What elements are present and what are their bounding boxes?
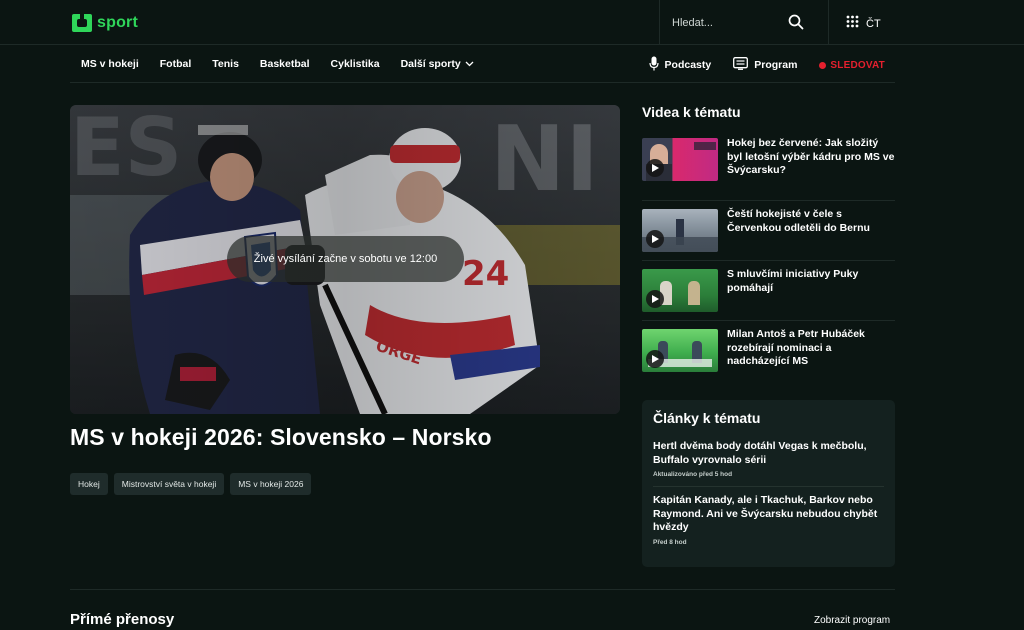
video-item[interactable]: Milan Antoš a Petr Hubáček rozebírají no…	[642, 321, 895, 381]
hero-video-player[interactable]: ES NI 24 ORGE Živé vysílání začne v sobo…	[70, 105, 620, 414]
live-dot-icon	[819, 61, 827, 69]
video-thumbnail	[642, 209, 718, 252]
article-timestamp: Před 8 hod	[653, 538, 687, 546]
tag-list: Hokej Mistrovství světa v hokeji MS v ho…	[70, 473, 312, 495]
article-item[interactable]: Hertl dvěma body dotáhl Vegas k mečbolu,…	[653, 440, 884, 487]
section-divider	[70, 589, 895, 590]
video-title: Hokej bez červené: Jak složitý byl letoš…	[727, 137, 895, 176]
nav-item-tenis[interactable]: Tenis	[212, 58, 239, 70]
video-thumbnail	[642, 269, 718, 312]
live-start-notice: Živé vysílání začne v sobotu ve 12:00	[227, 236, 464, 282]
article-title: Kapitán Kanady, ale i Tkachuk, Barkov ne…	[653, 494, 878, 533]
video-title: S mluvčími iniciativy Puky pomáhají	[727, 268, 859, 294]
nav-item-cyklistika[interactable]: Cyklistika	[331, 58, 380, 70]
top-bar: sport ČT	[0, 0, 1024, 45]
search-input[interactable]	[672, 16, 782, 29]
nav-item-fotbal[interactable]: Fotbal	[160, 58, 192, 70]
article-item[interactable]: Kapitán Kanady, ale i Tkachuk, Barkov ne…	[653, 494, 884, 554]
video-item[interactable]: Hokej bez červené: Jak složitý byl letoš…	[642, 130, 895, 201]
follow-label: SLEDOVAT	[830, 59, 885, 71]
podcasts-link[interactable]: Podcasty	[648, 56, 712, 74]
podcasts-label: Podcasty	[664, 59, 712, 71]
ct-sport-logo[interactable]: sport	[71, 12, 138, 34]
article-timestamp: Aktualizováno před 5 hod	[653, 471, 733, 478]
nav-item-basketbal[interactable]: Basketbal	[260, 58, 310, 70]
article-title: Hertl dvěma body dotáhl Vegas k mečbolu,…	[653, 440, 867, 466]
logo-text: sport	[97, 14, 138, 31]
video-title: Čeští hokejisté v čele s Červenkou odlet…	[727, 208, 870, 234]
video-item[interactable]: S mluvčími iniciativy Puky pomáhají	[642, 261, 895, 321]
nav-item-dalsi-sporty[interactable]: Další sporty	[401, 58, 474, 70]
nav-item-ms-v-hokeji[interactable]: MS v hokeji	[81, 58, 139, 70]
program-label: Program	[754, 59, 798, 71]
tag-hokej[interactable]: Hokej	[70, 473, 108, 495]
chevron-down-icon	[465, 58, 474, 70]
apps-label: ČT	[866, 18, 881, 30]
main-nav: MS v hokeji Fotbal Tenis Basketbal Cykli…	[70, 46, 895, 83]
search-box	[659, 0, 829, 45]
video-item[interactable]: Čeští hokejisté v čele s Červenkou odlet…	[642, 201, 895, 261]
ct-logo-icon	[71, 13, 93, 33]
play-icon	[646, 159, 664, 177]
tag-ms-v-hokeji-2026[interactable]: MS v hokeji 2026	[230, 473, 312, 495]
show-program-link[interactable]: Zobrazit program	[814, 615, 890, 626]
grid-icon	[846, 15, 859, 33]
video-thumbnail	[642, 329, 718, 372]
articles-heading: Články k tématu	[653, 410, 761, 426]
related-articles-box: Články k tématu Hertl dvěma body dotáhl …	[642, 400, 895, 567]
video-title: Milan Antoš a Petr Hubáček rozebírají no…	[727, 328, 865, 367]
search-icon[interactable]	[788, 14, 804, 35]
video-thumbnail	[642, 138, 718, 181]
program-link[interactable]: Program	[733, 57, 797, 73]
tv-guide-icon	[733, 57, 749, 73]
videos-heading: Videa k tématu	[642, 104, 741, 120]
page-title: MS v hokeji 2026: Slovensko – Norsko	[70, 424, 492, 450]
play-icon	[646, 350, 664, 368]
microphone-icon	[648, 56, 659, 74]
related-videos-list: Hokej bez červené: Jak složitý byl letoš…	[642, 130, 895, 381]
live-broadcasts-heading: Přímé přenosy	[70, 611, 175, 628]
follow-live-link[interactable]: SLEDOVAT	[819, 60, 885, 71]
tag-mistrovstvi-sveta[interactable]: Mistrovství světa v hokeji	[113, 473, 225, 495]
apps-menu-button[interactable]: ČT	[846, 15, 881, 33]
nav-item-dalsi-sporty-label: Další sporty	[400, 58, 461, 70]
play-icon	[646, 230, 664, 248]
play-icon	[646, 290, 664, 308]
